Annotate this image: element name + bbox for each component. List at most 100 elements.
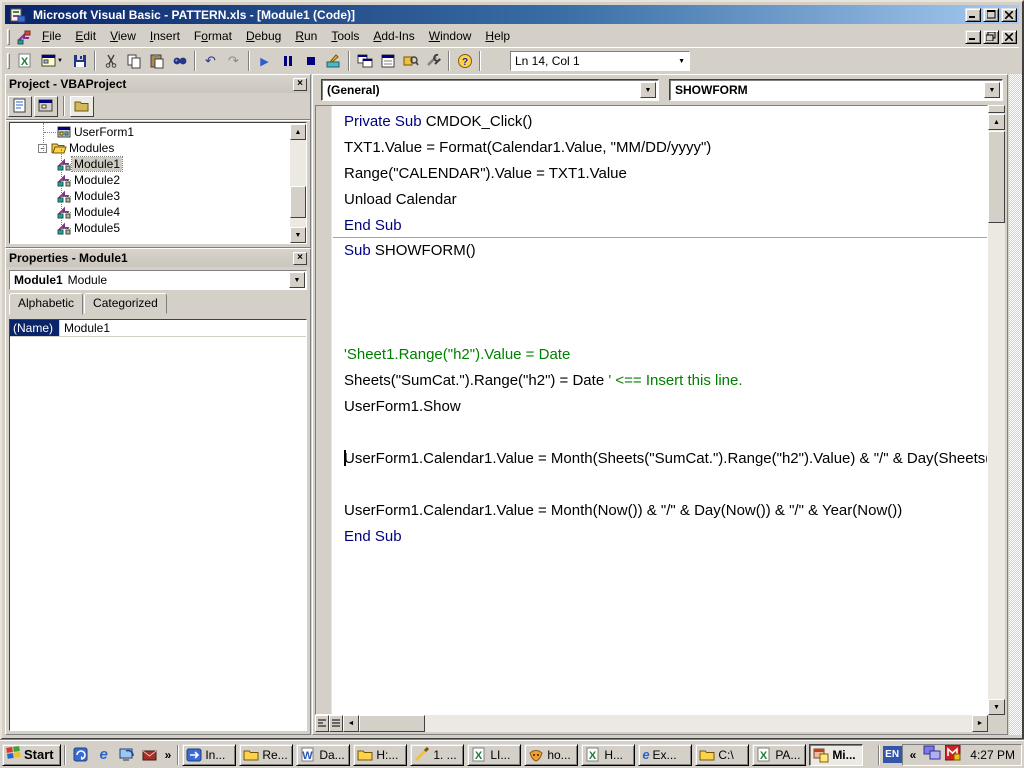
property-value[interactable]: Module1 bbox=[60, 320, 306, 336]
task-button-re[interactable]: Re... bbox=[239, 744, 293, 766]
ql-ie-icon[interactable]: e bbox=[95, 746, 113, 764]
save-button[interactable] bbox=[68, 50, 91, 72]
code-line[interactable]: Unload Calendar bbox=[344, 187, 987, 213]
menu-item-add-ins[interactable]: Add-Ins bbox=[366, 27, 421, 46]
code-line[interactable]: UserForm1.Show bbox=[344, 394, 987, 420]
menu-item-window[interactable]: Window bbox=[422, 27, 479, 46]
property-row[interactable]: (Name)Module1 bbox=[10, 320, 306, 337]
chevron-down-icon[interactable]: ▼ bbox=[57, 58, 63, 64]
view-code-button[interactable] bbox=[8, 96, 32, 117]
code-line[interactable]: Sheets("SumCat.").Range("h2") = Date ' <… bbox=[344, 368, 987, 394]
break-button[interactable] bbox=[276, 50, 299, 72]
mdi-minimize-button[interactable] bbox=[965, 30, 981, 44]
scroll-right-icon[interactable]: ► bbox=[972, 715, 988, 732]
toolbar-grip-handle[interactable] bbox=[7, 53, 10, 69]
object-dropdown[interactable]: (General) ▼ bbox=[321, 79, 659, 101]
ql-doc-icon[interactable] bbox=[72, 746, 90, 764]
code-line[interactable] bbox=[344, 290, 987, 316]
project-panel-caption[interactable]: Project - VBAProject × bbox=[6, 75, 310, 93]
tray-collapse-chevron[interactable]: « bbox=[907, 748, 920, 762]
code-line[interactable] bbox=[344, 420, 987, 446]
code-horizontal-scrollbar[interactable]: ◄ ► bbox=[315, 715, 988, 732]
properties-close-icon[interactable]: × bbox=[293, 252, 307, 265]
code-line[interactable]: End Sub bbox=[333, 213, 987, 238]
code-line[interactable]: UserForm1.Calendar1.Value = Month(Sheets… bbox=[344, 446, 987, 472]
task-button-in[interactable]: In... bbox=[182, 744, 236, 766]
chevron-down-icon[interactable]: ▼ bbox=[640, 82, 656, 98]
object-selector-dropdown[interactable]: Module1 Module ▼ bbox=[9, 270, 307, 290]
view-object-button[interactable] bbox=[34, 96, 58, 117]
mdi-restore-button[interactable] bbox=[983, 30, 999, 44]
full-module-view-button[interactable] bbox=[329, 715, 343, 732]
menu-item-edit[interactable]: Edit bbox=[68, 27, 103, 46]
scroll-up-icon[interactable]: ▲ bbox=[988, 114, 1005, 130]
menu-item-run[interactable]: Run bbox=[288, 27, 324, 46]
chevron-down-icon[interactable]: ▼ bbox=[289, 272, 305, 288]
menubar-grip-handle[interactable] bbox=[7, 29, 10, 45]
module-window-icon[interactable] bbox=[16, 29, 32, 45]
task-button-mi[interactable]: Mi... bbox=[809, 744, 863, 766]
task-button-c[interactable]: C:\ bbox=[695, 744, 749, 766]
tree-item-module1[interactable]: Module1 bbox=[10, 156, 290, 172]
maximize-button[interactable] bbox=[983, 8, 999, 22]
menu-item-file[interactable]: File bbox=[35, 27, 68, 46]
tab-categorized[interactable]: Categorized bbox=[84, 293, 167, 314]
task-button-pa[interactable]: XPA... bbox=[752, 744, 806, 766]
close-button[interactable] bbox=[1001, 8, 1017, 22]
network-icon[interactable] bbox=[923, 745, 941, 764]
object-browser-button[interactable] bbox=[399, 50, 422, 72]
properties-window-button[interactable] bbox=[376, 50, 399, 72]
find-button[interactable] bbox=[168, 50, 191, 72]
code-line[interactable] bbox=[344, 472, 987, 498]
code-line[interactable]: 'Sheet1.Range("h2").Value = Date bbox=[344, 342, 987, 368]
menu-item-format[interactable]: Format bbox=[187, 27, 239, 46]
ql-desktop-icon[interactable] bbox=[118, 746, 136, 764]
tree-item-module5[interactable]: Module5 bbox=[10, 220, 290, 236]
procedure-dropdown[interactable]: SHOWFORM ▼ bbox=[669, 79, 1003, 101]
code-line[interactable]: TXT1.Value = Format(Calendar1.Value, "MM… bbox=[344, 135, 987, 161]
assistant-button[interactable]: ? bbox=[453, 50, 476, 72]
code-line[interactable] bbox=[344, 316, 987, 342]
properties-grid[interactable]: (Name)Module1 bbox=[9, 319, 307, 731]
task-button-ho[interactable]: ho... bbox=[524, 744, 578, 766]
ql-mail-icon[interactable] bbox=[141, 746, 159, 764]
menu-item-insert[interactable]: Insert bbox=[143, 27, 187, 46]
code-line[interactable]: Range("CALENDAR").Value = TXT1.Value bbox=[344, 161, 987, 187]
start-button[interactable]: Start bbox=[2, 744, 61, 766]
design-mode-button[interactable] bbox=[322, 50, 345, 72]
toolbox-button[interactable] bbox=[422, 50, 445, 72]
chevron-down-icon[interactable]: ▼ bbox=[984, 82, 1000, 98]
menu-item-view[interactable]: View bbox=[103, 27, 143, 46]
tree-item-module4[interactable]: Module4 bbox=[10, 204, 290, 220]
antivirus-icon[interactable] bbox=[945, 745, 962, 764]
scroll-down-icon[interactable]: ▼ bbox=[988, 699, 1005, 715]
code-editor[interactable]: Private Sub CMDOK_Click()TXT1.Value = Fo… bbox=[315, 105, 988, 715]
cut-button[interactable] bbox=[99, 50, 122, 72]
minimize-button[interactable] bbox=[965, 8, 981, 22]
scroll-down-icon[interactable]: ▼ bbox=[290, 227, 306, 243]
procedure-view-button[interactable] bbox=[315, 715, 329, 732]
tree-item-module2[interactable]: Module2 bbox=[10, 172, 290, 188]
task-button-da[interactable]: WDa... bbox=[296, 744, 350, 766]
tab-alphabetic[interactable]: Alphabetic bbox=[9, 293, 83, 315]
mdi-close-button[interactable] bbox=[1001, 30, 1017, 44]
task-button-h[interactable]: H:... bbox=[353, 744, 407, 766]
menu-item-help[interactable]: Help bbox=[478, 27, 517, 46]
code-vertical-scrollbar[interactable]: ▲ ▼ bbox=[988, 105, 1005, 715]
task-button-li[interactable]: XLI... bbox=[467, 744, 521, 766]
split-handle[interactable] bbox=[988, 105, 1005, 113]
code-line[interactable] bbox=[344, 264, 987, 290]
view-excel-button[interactable]: X bbox=[13, 50, 36, 72]
line-column-indicator[interactable]: Ln 14, Col 1 ▼ bbox=[510, 51, 690, 71]
toggle-folders-button[interactable] bbox=[70, 96, 94, 117]
task-button-h[interactable]: XH... bbox=[581, 744, 635, 766]
properties-panel-caption[interactable]: Properties - Module1 × bbox=[6, 249, 310, 267]
undo-button[interactable]: ↶ bbox=[199, 50, 222, 72]
code-line[interactable]: UserForm1.Calendar1.Value = Month(Now())… bbox=[344, 498, 987, 524]
project-close-icon[interactable]: × bbox=[293, 78, 307, 91]
reset-button[interactable] bbox=[299, 50, 322, 72]
redo-button[interactable]: ↷ bbox=[222, 50, 245, 72]
run-button[interactable]: ▶ bbox=[253, 50, 276, 72]
scrollbar-thumb[interactable] bbox=[988, 131, 1005, 223]
title-bar[interactable]: Microsoft Visual Basic - PATTERN.xls - [… bbox=[5, 5, 1019, 24]
